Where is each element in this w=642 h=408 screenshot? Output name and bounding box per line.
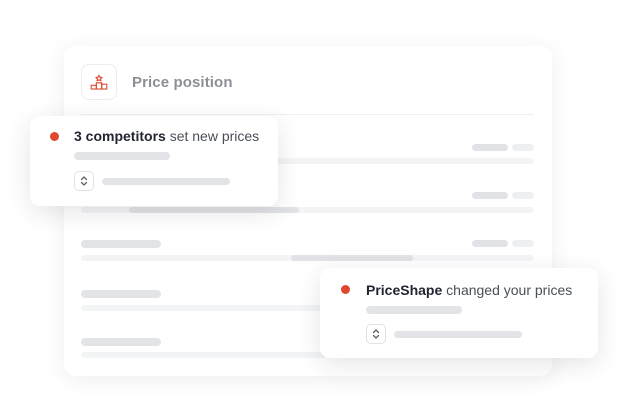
notification-text: PriceShape changed your prices <box>366 282 572 298</box>
label-placeholder <box>81 240 161 248</box>
chevron-up-down-icon[interactable] <box>366 324 386 344</box>
notification-card[interactable]: PriceShape changed your prices <box>320 268 598 358</box>
status-dot <box>50 132 59 141</box>
label-placeholder <box>81 338 161 346</box>
panel-title: Price position <box>132 74 233 91</box>
detail-placeholder <box>102 178 230 185</box>
subtext-placeholder <box>366 306 462 314</box>
detail-placeholder <box>394 331 522 338</box>
position-range <box>129 207 299 213</box>
competitor-count: 3 competitors <box>74 128 166 144</box>
divider <box>81 114 534 115</box>
chevron-up-down-icon[interactable] <box>74 171 94 191</box>
notification-subject: PriceShape <box>366 282 443 298</box>
notification-message: set new prices <box>165 128 260 144</box>
position-track <box>81 255 534 261</box>
subtext-placeholder <box>74 152 170 160</box>
value-placeholder <box>472 144 508 151</box>
value-placeholder <box>472 192 508 199</box>
value-placeholder <box>472 240 508 247</box>
value-placeholder <box>512 144 534 151</box>
notification-message: changed your prices <box>442 282 573 298</box>
status-dot <box>341 285 350 294</box>
notification-text: 3 competitors set new prices <box>74 128 259 144</box>
value-placeholder <box>512 192 534 199</box>
value-placeholder <box>512 240 534 247</box>
podium-icon <box>81 64 117 100</box>
position-track <box>81 207 534 213</box>
notification-card[interactable]: 3 competitors set new prices <box>30 116 278 206</box>
position-range <box>291 255 413 261</box>
label-placeholder <box>81 290 161 298</box>
